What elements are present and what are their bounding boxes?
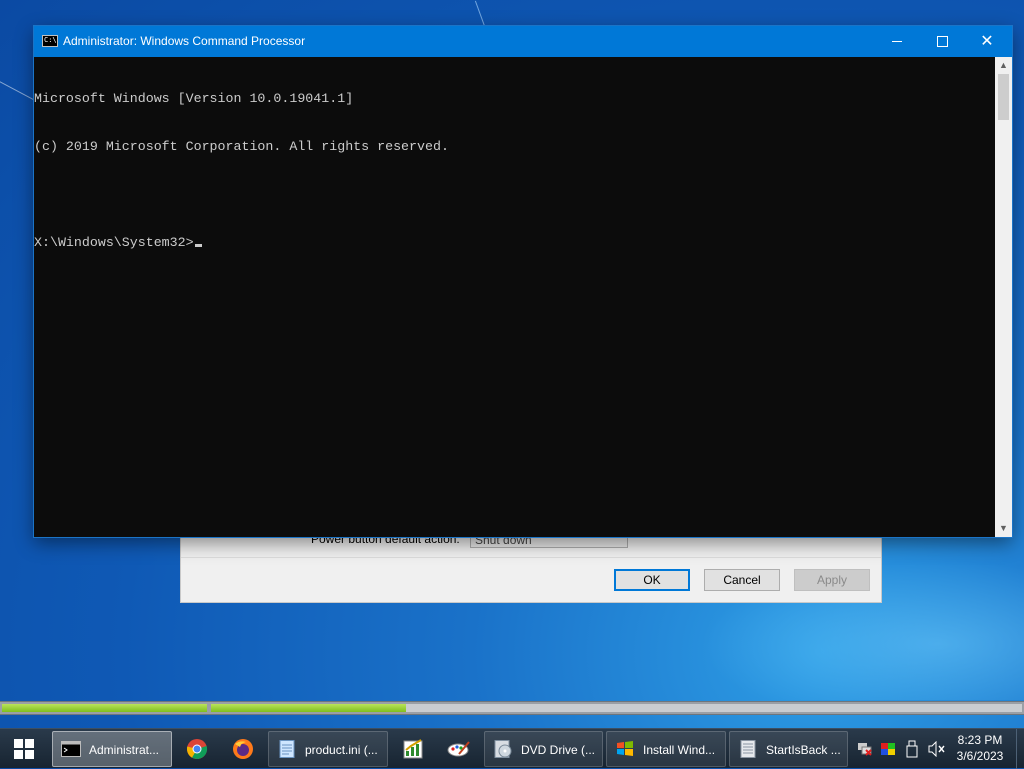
cmd-icon [61, 741, 81, 757]
progress-bar-1 [2, 704, 207, 712]
minimize-button[interactable] [874, 26, 920, 57]
paint-icon [447, 741, 470, 757]
clock-time: 8:23 PM [957, 733, 1003, 747]
taskbar-item-label: DVD Drive (... [521, 743, 596, 757]
window-title: Administrator: Windows Command Processor [63, 34, 306, 48]
console-line: (c) 2019 Microsoft Corporation. All righ… [34, 139, 449, 154]
start-button[interactable] [0, 729, 48, 769]
firefox-icon [233, 739, 253, 759]
taskbar: Administrat... product.ini (... DVD Driv… [0, 728, 1024, 769]
windows-setup-icon [617, 741, 633, 756]
vertical-scrollbar[interactable]: ▲ ▼ [995, 57, 1012, 537]
maximize-icon [936, 36, 948, 47]
ok-button[interactable]: OK [614, 569, 690, 591]
cancel-button[interactable]: Cancel [704, 569, 780, 591]
maximize-button[interactable] [919, 26, 965, 57]
dialog-separator [181, 557, 881, 558]
taskbar-item-chart-app[interactable] [392, 731, 434, 767]
clock-date: 3/6/2023 [956, 749, 1004, 763]
progress-fill-2 [211, 704, 406, 712]
color-icon [881, 743, 895, 755]
tray-network[interactable] [855, 729, 875, 769]
close-button[interactable]: ✕ [964, 26, 1010, 57]
network-disconnected-icon [858, 743, 872, 756]
apply-button[interactable]: Apply [794, 569, 870, 591]
dvd-drive-icon [494, 740, 512, 758]
progress-bar-2 [211, 704, 1022, 712]
show-desktop-button[interactable] [1016, 729, 1024, 769]
scroll-down-arrow-icon[interactable]: ▼ [995, 520, 1012, 537]
wallpaper-streak [474, 0, 487, 30]
cmd-icon: C:\ [42, 35, 58, 47]
close-icon: ✕ [980, 32, 994, 50]
taskbar-item-cmd[interactable]: Administrat... [52, 731, 172, 767]
taskbar-item-notepad[interactable]: product.ini (... [268, 731, 388, 767]
taskbar-item-install-windows[interactable]: Install Wind... [606, 731, 726, 767]
window-titlebar[interactable]: C:\ Administrator: Windows Command Proce… [34, 26, 1012, 57]
taskbar-item-label: StartIsBack ... [766, 743, 841, 757]
chrome-icon [186, 739, 208, 759]
scroll-up-arrow-icon[interactable]: ▲ [995, 57, 1012, 74]
scroll-thumb[interactable] [998, 74, 1009, 120]
settings-dialog: Power button default action: Shut down O… [180, 530, 882, 603]
tray-color[interactable] [878, 729, 898, 769]
taskbar-clock[interactable]: 8:23 PM 3/6/2023 [950, 732, 1010, 764]
tray-usb[interactable] [902, 729, 922, 769]
console-line: Microsoft Windows [Version 10.0.19041.1] [34, 91, 354, 106]
command-prompt-window[interactable]: C:\ Administrator: Windows Command Proce… [34, 26, 1012, 537]
progress-fill-1 [2, 704, 207, 712]
text-cursor [194, 244, 202, 247]
taskbar-item-label: Administrat... [89, 743, 160, 757]
taskbar-item-startisback[interactable]: StartIsBack ... [729, 731, 848, 767]
tray-volume[interactable] [926, 729, 948, 769]
chart-app-icon [403, 739, 423, 759]
volume-muted-icon [928, 741, 945, 757]
startisback-icon [740, 740, 756, 758]
console-prompt-line[interactable]: X:\Windows\System32> [34, 235, 995, 251]
command-prompt: X:\Windows\System32> [34, 235, 194, 250]
windows-logo-icon [14, 739, 34, 759]
setup-progress-strip [0, 701, 1024, 715]
taskbar-item-dvd-drive[interactable]: DVD Drive (... [484, 731, 603, 767]
console-output[interactable]: Microsoft Windows [Version 10.0.19041.1]… [34, 57, 995, 537]
taskbar-item-paint[interactable] [438, 731, 480, 767]
taskbar-item-label: Install Wind... [643, 743, 716, 757]
cmd-icon-text: C:\ [44, 36, 57, 44]
taskbar-item-firefox[interactable] [222, 731, 264, 767]
usb-device-icon [906, 740, 918, 758]
notepad-icon [279, 740, 295, 758]
taskbar-item-label: product.ini (... [305, 743, 378, 757]
taskbar-item-chrome[interactable] [176, 731, 218, 767]
minimize-icon [892, 41, 902, 42]
